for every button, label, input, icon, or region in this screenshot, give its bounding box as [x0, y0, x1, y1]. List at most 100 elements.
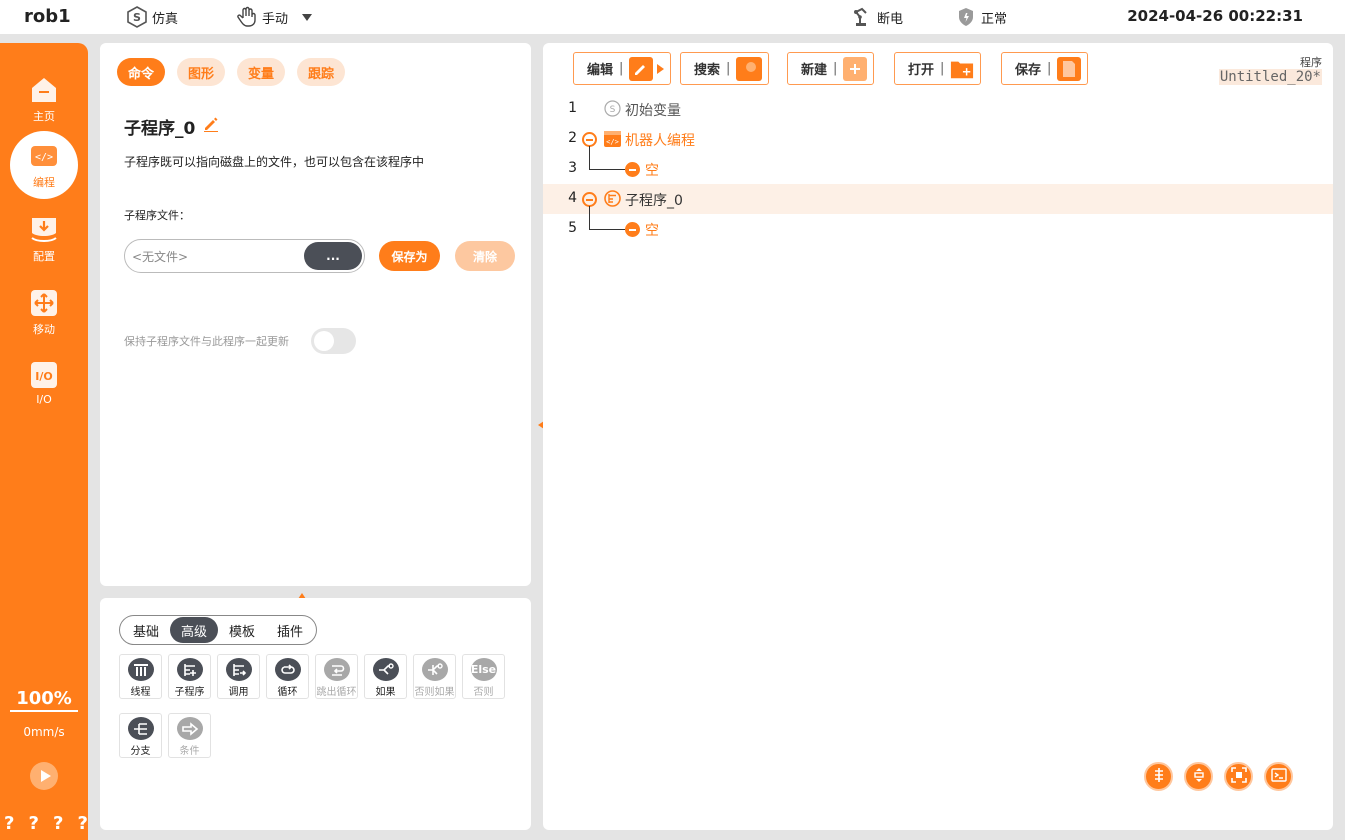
command-tabs: 命令 图形 变量 跟踪 [117, 58, 346, 86]
program-panel: 编辑 | 搜索 | 新建 | 打开 | 保存 | 程序 Untitled_20*… [543, 43, 1333, 830]
palette-tabs: 基础 高级 模板 插件 [119, 615, 318, 645]
program-line[interactable]: 3 空 [543, 146, 1333, 184]
line-number: 1 [568, 100, 577, 116]
separator: | [1047, 61, 1052, 76]
palette-thread[interactable]: 线程 [119, 654, 162, 699]
tab-plugins[interactable]: 插件 [266, 617, 314, 643]
palette-break[interactable]: 跳出循环 [315, 654, 358, 699]
sidebar-item-label: 移动 [33, 322, 55, 336]
subprogram-node-icon [604, 190, 621, 211]
help-button[interactable]: ? [29, 813, 39, 834]
thread-icon [127, 658, 154, 681]
program-line[interactable]: 5 空 [543, 206, 1333, 244]
shield-icon [955, 6, 977, 28]
sidebar-item-move[interactable]: 移动 [10, 278, 78, 346]
palette-call[interactable]: 调用 [217, 654, 260, 699]
palette-label: 子程序 [174, 687, 205, 698]
variables-icon: S [604, 100, 621, 121]
tab-graphics[interactable]: 图形 [177, 58, 226, 86]
simulation-label: 仿真 [152, 11, 179, 27]
sidebar-item-program[interactable]: </> 编程 [10, 131, 78, 199]
collapse-icon[interactable] [582, 192, 597, 207]
pencil-icon[interactable] [203, 116, 219, 137]
browse-button[interactable]: ... [304, 242, 362, 270]
speed-percent[interactable]: 100% [10, 688, 78, 712]
palette-if[interactable]: 如果 [364, 654, 407, 699]
palette-loop[interactable]: 循环 [266, 654, 309, 699]
sidebar-item-install[interactable]: 配置 [10, 205, 78, 273]
tab-advanced[interactable]: 高级 [170, 617, 219, 643]
tree-connector [589, 169, 625, 170]
play-button[interactable] [30, 762, 58, 790]
mode-selector[interactable]: 手动 [236, 5, 313, 29]
tab-basic[interactable]: 基础 [122, 617, 170, 643]
keep-sync-label: 保持子程序文件与此程序一起更新 [124, 335, 289, 348]
datetime: 2024-04-26 00:22:31 [1127, 7, 1303, 25]
safety-status[interactable]: 正常 [955, 5, 1007, 29]
palette-label: 调用 [228, 687, 249, 698]
clear-button[interactable]: 清除 [455, 241, 515, 271]
sidebar-item-label: I/O [36, 393, 52, 406]
line-text: 子程序_0 [625, 193, 683, 209]
help-button[interactable]: ? [4, 813, 14, 834]
palette-switch[interactable]: 分支 [119, 713, 162, 758]
speed-value: 0mm/s [23, 725, 65, 739]
help-button[interactable]: ? [53, 813, 63, 834]
sidebar-item-label: 主页 [33, 109, 55, 123]
save-icon [1057, 56, 1082, 81]
empty-node-icon [625, 222, 640, 237]
edit-icon [629, 56, 654, 81]
else-icon: Else [470, 658, 497, 681]
new-icon [843, 56, 868, 81]
svg-text:</>: </> [35, 152, 53, 163]
script-view-button[interactable] [1264, 762, 1293, 791]
expand-vertical-icon [1191, 767, 1207, 787]
tree-connector [589, 206, 590, 229]
palette-else[interactable]: Else 否则 [462, 654, 505, 699]
simulation-indicator[interactable]: S 仿真 [126, 5, 178, 29]
tab-variables[interactable]: 变量 [237, 58, 286, 86]
sidebar-item-home[interactable]: 主页 [10, 65, 78, 133]
edit-button[interactable]: 编辑 | [573, 52, 672, 85]
save-as-button[interactable]: 保存为 [379, 241, 440, 271]
help-button[interactable]: ? [78, 813, 88, 834]
new-label: 新建 [801, 63, 828, 78]
tab-trace[interactable]: 跟踪 [297, 58, 346, 86]
tree-structure-icon [1151, 767, 1167, 787]
tree-view-button[interactable] [1144, 762, 1173, 791]
program-line-selected[interactable]: 4 子程序_0 [543, 184, 1333, 214]
switch-icon [127, 717, 154, 740]
separator: | [726, 61, 731, 76]
simulation-icon: S [126, 6, 148, 28]
play-small-icon [657, 63, 665, 74]
keep-sync-toggle[interactable] [311, 328, 356, 354]
palette-case[interactable]: 条件 [168, 713, 211, 758]
line-text: 空 [645, 163, 659, 179]
collapse-icon[interactable] [582, 132, 597, 147]
sidebar-item-io[interactable]: I/O I/O [10, 349, 78, 417]
line-number: 4 [568, 190, 577, 206]
search-button[interactable]: 搜索 | [680, 52, 770, 85]
expand-collapse-button[interactable] [1184, 762, 1213, 791]
save-button[interactable]: 保存 | [1001, 52, 1089, 85]
subprogram-file-field[interactable]: <无文件> ... [124, 239, 365, 273]
program-line[interactable]: 2 </> 机器人编程 [543, 124, 1333, 154]
tab-command[interactable]: 命令 [117, 58, 166, 86]
sidebar-item-label: 编程 [33, 175, 55, 189]
palette-label: 否则 [473, 687, 494, 698]
palette-subprogram[interactable]: 子程序 [168, 654, 211, 699]
power-status[interactable]: 断电 [851, 5, 903, 29]
call-icon [225, 658, 252, 681]
fit-view-button[interactable] [1224, 762, 1253, 791]
program-line[interactable]: 1 S 初始变量 [543, 94, 1333, 124]
open-label: 打开 [908, 63, 935, 78]
empty-node-icon [625, 162, 640, 177]
tab-templates[interactable]: 模板 [218, 617, 266, 643]
subprogram-title-row: 子程序_0 [124, 114, 219, 139]
search-icon [736, 56, 763, 81]
home-icon [29, 75, 59, 105]
open-button[interactable]: 打开 | [894, 52, 982, 85]
palette-elseif[interactable]: 否则如果 [413, 654, 456, 699]
loop-icon [274, 658, 301, 681]
new-button[interactable]: 新建 | [787, 52, 875, 85]
